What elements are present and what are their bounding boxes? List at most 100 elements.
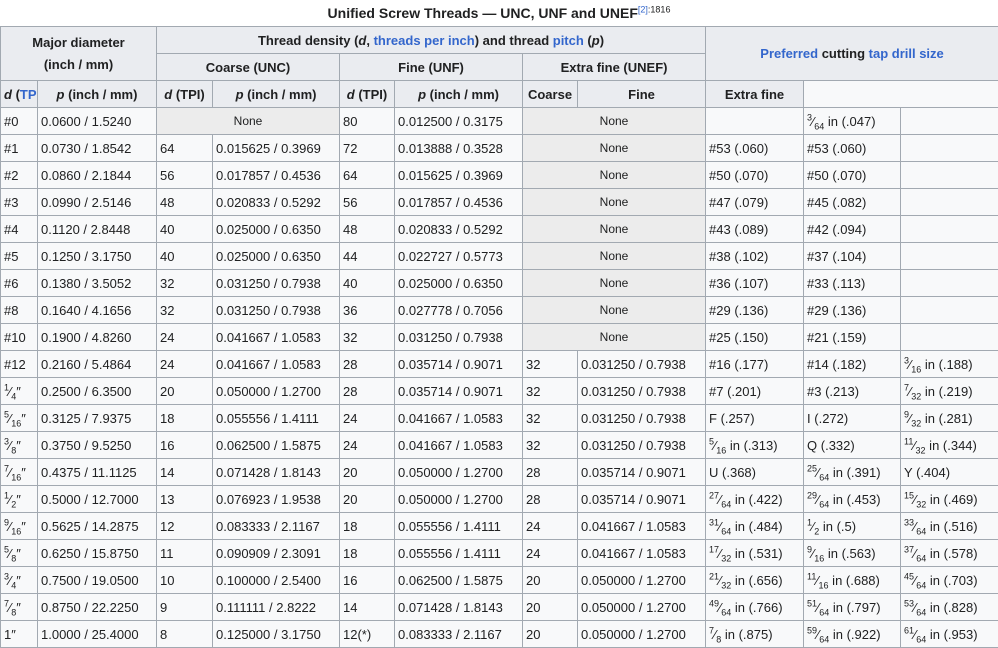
coarse-pitch-cell: 0.025000 / 0.6350 <box>213 216 340 243</box>
coarse-pitch-cell: 0.017857 / 0.4536 <box>213 162 340 189</box>
extra-fine-tpi-cell: 32 <box>523 351 578 378</box>
coarse-pitch-cell: 0.071428 / 1.8143 <box>213 459 340 486</box>
drill-coarse-cell: 7⁄8 in (.875) <box>706 621 804 648</box>
screw-thread-table: Major diameter (inch / mm) Thread densit… <box>0 26 998 648</box>
tap-drill-mid-text: cutting <box>818 46 869 61</box>
drill-coarse-header: Coarse <box>523 81 578 108</box>
fraction: 1⁄4 <box>4 384 16 399</box>
fine-tpi-cell: 28 <box>340 378 395 405</box>
extra-fine-tpi-cell: 20 <box>523 594 578 621</box>
drill-coarse-cell: 27⁄64 in (.422) <box>706 486 804 513</box>
fine-unf-header: Fine (UNF) <box>340 54 523 81</box>
drill-extra-fine-cell: 11⁄32 in (.344) <box>901 432 998 459</box>
fine-pitch-cell: 0.050000 / 1.2700 <box>395 459 523 486</box>
coarse-pitch-cell: 0.050000 / 1.2700 <box>213 378 340 405</box>
fine-pitch-cell: 0.035714 / 0.9071 <box>395 351 523 378</box>
drill-coarse-cell: #36 (.107) <box>706 270 804 297</box>
extra-fine-none-cell: None <box>523 135 706 162</box>
fraction: 53⁄64 <box>904 600 926 615</box>
drill-fine-cell: #3 (.213) <box>804 378 901 405</box>
fine-pitch-cell: 0.083333 / 2.1167 <box>395 621 523 648</box>
tpi-link[interactable]: TPI <box>20 87 38 102</box>
table-row: #60.1380 / 3.5052320.031250 / 0.7938400.… <box>1 270 998 297</box>
drill-coarse-cell: #38 (.102) <box>706 243 804 270</box>
extra-fine-tpi-cell: 28 <box>523 486 578 513</box>
caption-ref[interactable]: [2] <box>638 4 648 14</box>
pitch-link[interactable]: pitch <box>553 33 584 48</box>
fraction: 3⁄64 <box>807 114 824 129</box>
fraction: 51⁄64 <box>807 600 829 615</box>
fine-tpi-cell: 36 <box>340 297 395 324</box>
table-row: 5⁄16″0.3125 / 7.9375180.055556 / 1.41112… <box>1 405 998 432</box>
drill-coarse-cell: U (.368) <box>706 459 804 486</box>
coarse-tpi-cell: 24 <box>157 324 213 351</box>
drill-coarse-cell: #16 (.177) <box>706 351 804 378</box>
diameter-cell: 0.2500 / 6.3500 <box>38 378 157 405</box>
fine-pitch-cell: 0.050000 / 1.2700 <box>395 486 523 513</box>
coarse-tpi-cell: 12 <box>157 513 213 540</box>
drill-coarse-cell: #25 (.150) <box>706 324 804 351</box>
fraction: 5⁄8 <box>4 546 16 561</box>
coarse-tpi-cell: 40 <box>157 216 213 243</box>
drill-coarse-cell: #7 (.201) <box>706 378 804 405</box>
extra-fine-pitch-cell: 0.035714 / 0.9071 <box>578 459 706 486</box>
caption-reference-link[interactable]: [2]:1816 <box>638 4 671 14</box>
fine-tpi-cell: 40 <box>340 270 395 297</box>
caption-page: :1816 <box>648 4 671 14</box>
fraction: 1⁄2 <box>4 492 16 507</box>
fine-pitch-cell: 0.062500 / 1.5875 <box>395 567 523 594</box>
fraction: 25⁄64 <box>807 465 829 480</box>
major-diameter-title: Major diameter <box>32 35 124 50</box>
table-row: 3⁄8″0.3750 / 9.5250160.062500 / 1.587524… <box>1 432 998 459</box>
fraction: 3⁄4 <box>4 573 16 588</box>
size-cell: #0 <box>1 108 38 135</box>
extra-fine-p-header: p (inch / mm) <box>395 81 523 108</box>
fraction: 5⁄16 <box>4 411 21 426</box>
coarse-pitch-cell: 0.062500 / 1.5875 <box>213 432 340 459</box>
drill-fine-cell: 9⁄16 in (.563) <box>804 540 901 567</box>
coarse-d-header: d (TPI) <box>1 81 38 108</box>
table-row: 1″1.0000 / 25.400080.125000 / 3.175012(*… <box>1 621 998 648</box>
tap-drill-size-link[interactable]: tap drill size <box>869 46 944 61</box>
coarse-tpi-cell: 14 <box>157 459 213 486</box>
size-cell: #12 <box>1 351 38 378</box>
coarse-pitch-cell: 0.076923 / 1.9538 <box>213 486 340 513</box>
coarse-pitch-cell: 0.041667 / 1.0583 <box>213 351 340 378</box>
drill-extra-fine-cell: 53⁄64 in (.828) <box>901 594 998 621</box>
fraction: 59⁄64 <box>807 627 829 642</box>
coarse-pitch-cell: 0.125000 / 3.1750 <box>213 621 340 648</box>
drill-extra-fine-cell: 9⁄32 in (.281) <box>901 405 998 432</box>
table-row: #50.1250 / 3.1750400.025000 / 0.6350440.… <box>1 243 998 270</box>
drill-fine-cell: Q (.332) <box>804 432 901 459</box>
fine-pitch-cell: 0.041667 / 1.0583 <box>395 405 523 432</box>
drill-coarse-cell: #50 (.070) <box>706 162 804 189</box>
threads-per-inch-link[interactable]: threads per inch <box>374 33 475 48</box>
extra-fine-tpi-cell: 28 <box>523 459 578 486</box>
size-cell: 1″ <box>1 621 38 648</box>
coarse-tpi-cell: 9 <box>157 594 213 621</box>
diameter-cell: 0.0990 / 2.5146 <box>38 189 157 216</box>
extra-fine-tpi-cell: 32 <box>523 405 578 432</box>
fraction: 45⁄64 <box>904 573 926 588</box>
fraction: 7⁄32 <box>904 384 921 399</box>
fine-tpi-cell: 24 <box>340 405 395 432</box>
drill-extra-fine-cell <box>901 135 998 162</box>
drill-coarse-cell: 31⁄64 in (.484) <box>706 513 804 540</box>
major-diameter-header: Major diameter (inch / mm) <box>1 27 157 81</box>
drill-fine-cell: #37 (.104) <box>804 243 901 270</box>
drill-extra-fine-cell <box>901 108 998 135</box>
diameter-cell: 0.4375 / 11.1125 <box>38 459 157 486</box>
extra-fine-none-cell: None <box>523 108 706 135</box>
fine-p-header: p (inch / mm) <box>213 81 340 108</box>
drill-fine-cell: 51⁄64 in (.797) <box>804 594 901 621</box>
preferred-link[interactable]: Preferred <box>760 46 818 61</box>
coarse-tpi-cell: 24 <box>157 351 213 378</box>
coarse-tpi-cell: 18 <box>157 405 213 432</box>
drill-coarse-cell: 5⁄16 in (.313) <box>706 432 804 459</box>
drill-extra-fine-cell <box>901 189 998 216</box>
fraction: 9⁄16 <box>4 519 21 534</box>
drill-extra-fine-cell <box>901 297 998 324</box>
diameter-cell: 0.3125 / 7.9375 <box>38 405 157 432</box>
coarse-tpi-cell: 10 <box>157 567 213 594</box>
coarse-pitch-cell: 0.025000 / 0.6350 <box>213 243 340 270</box>
